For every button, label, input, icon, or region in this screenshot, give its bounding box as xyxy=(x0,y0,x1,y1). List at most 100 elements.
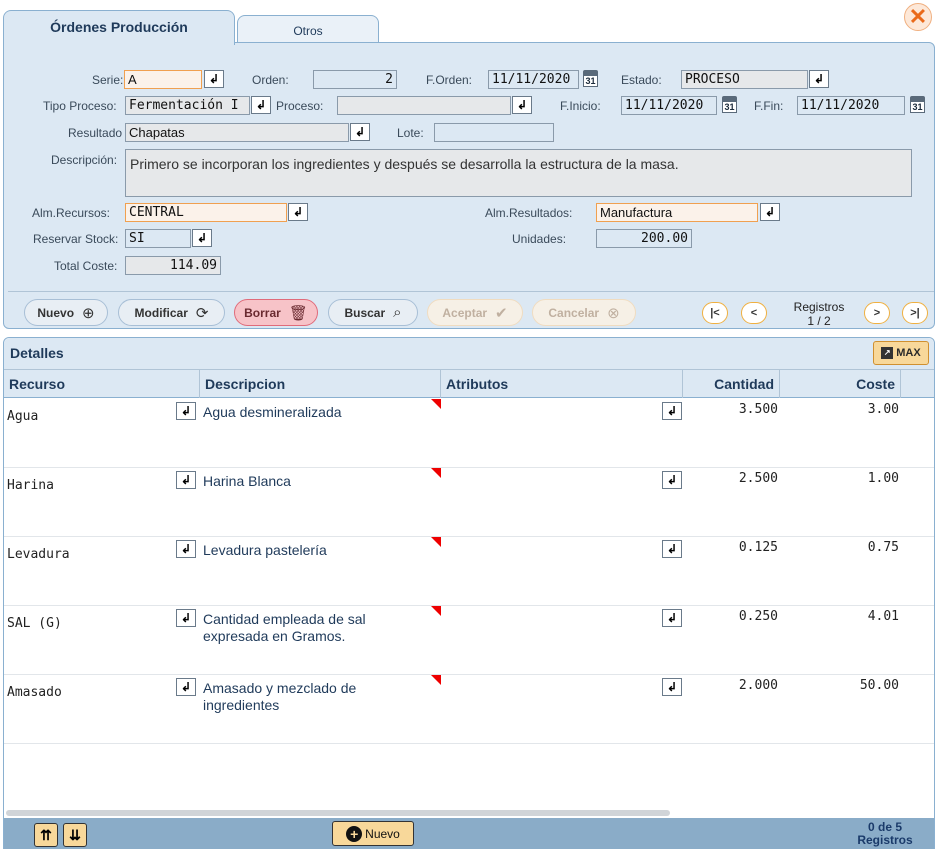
total-coste-label: Total Coste: xyxy=(54,259,118,273)
maximize-icon: ↗ xyxy=(881,347,894,359)
maximize-button[interactable]: ↗ MAX xyxy=(873,341,929,365)
atributos-lookup-icon[interactable]: ↲ xyxy=(662,402,682,420)
check-icon: ✔ xyxy=(495,304,508,322)
alm-recursos-lookup-icon[interactable]: ↲ xyxy=(288,203,308,221)
descripcion-cell: Levadura pastelería xyxy=(203,542,327,558)
recurso-lookup-icon[interactable]: ↲ xyxy=(176,402,196,420)
unidades-field[interactable]: 200.00 xyxy=(596,229,692,248)
plus-icon: + xyxy=(346,825,363,842)
close-icon[interactable]: ✕ xyxy=(904,3,932,31)
finicio-calendar-icon[interactable]: 31 xyxy=(722,96,737,114)
records-count-value: 0 de 5 xyxy=(867,820,903,834)
finicio-field[interactable]: 11/11/2020 xyxy=(621,96,717,115)
resultado-label: Resultado xyxy=(68,126,123,140)
finicio-label: F.Inicio: xyxy=(560,99,601,113)
borrar-label: Borrar xyxy=(244,305,281,320)
column-coste[interactable]: Coste xyxy=(780,370,901,398)
aceptar-label: Aceptar xyxy=(442,305,488,320)
horizontal-scrollbar[interactable] xyxy=(6,810,670,816)
tab-ordenes-produccion[interactable]: Órdenes Producción xyxy=(3,10,235,45)
column-recurso[interactable]: Recurso xyxy=(4,370,200,398)
alm-resultados-field[interactable]: Manufactura xyxy=(596,203,758,222)
tab-otros[interactable]: Otros xyxy=(237,15,379,42)
reservar-stock-field[interactable]: SI xyxy=(125,229,191,248)
tipo-proceso-label: Tipo Proceso: xyxy=(43,99,117,113)
recurso-lookup-icon[interactable]: ↲ xyxy=(176,471,196,489)
registros-label: Registros xyxy=(793,300,845,314)
estado-lookup-icon[interactable]: ↲ xyxy=(809,70,829,88)
descripcion-textarea[interactable]: Primero se incorporan los ingredientes y… xyxy=(125,149,912,197)
search-icon: ⌕ xyxy=(393,304,402,321)
total-coste-field[interactable]: 114.09 xyxy=(125,256,221,275)
reservar-stock-lookup-icon[interactable]: ↲ xyxy=(192,229,212,247)
recurso-lookup-icon[interactable]: ↲ xyxy=(176,609,196,627)
details-panel: Detalles ↗ MAX Recurso Descripcion Atribu… xyxy=(3,337,935,849)
buscar-label: Buscar xyxy=(344,305,386,320)
table-row[interactable]: Amasado ↲ Amasado y mezclado de ingredient… xyxy=(4,675,934,744)
prev-page-icon[interactable]: < xyxy=(741,302,767,324)
cantidad-cell: 0.250 xyxy=(738,609,778,624)
serie-lookup-icon[interactable]: ↲ xyxy=(204,70,224,88)
alm-recursos-field[interactable]: CENTRAL xyxy=(125,203,287,222)
proceso-label: Proceso: xyxy=(276,99,324,113)
attribute-flag-icon xyxy=(431,675,441,685)
column-cantidad[interactable]: Cantidad xyxy=(683,370,780,398)
buscar-button[interactable]: Buscar ⌕ xyxy=(328,299,418,326)
first-page-icon[interactable]: |< xyxy=(702,302,728,324)
ffin-calendar-icon[interactable]: 31 xyxy=(910,96,925,114)
proceso-lookup-icon[interactable]: ↲ xyxy=(512,96,532,114)
forden-field[interactable]: 11/11/2020 xyxy=(488,70,579,89)
cancelar-button[interactable]: Cancelar ⊗ xyxy=(532,299,636,326)
registros-value: 1 / 2 xyxy=(807,314,831,328)
recurso-lookup-icon[interactable]: ↲ xyxy=(176,540,196,558)
registros-indicator: Registros 1 / 2 xyxy=(783,300,855,328)
coste-cell: 50.00 xyxy=(859,678,899,693)
resultado-field[interactable]: Chapatas xyxy=(125,123,349,142)
table-row[interactable]: Harina ↲ Harina Blanca ↲ 2.500 1.00 xyxy=(4,468,934,537)
maximize-label: MAX xyxy=(896,347,921,359)
descripcion-cell: Harina Blanca xyxy=(203,473,291,489)
cancelar-label: Cancelar xyxy=(548,305,600,320)
move-bottom-icon[interactable]: ⇊ xyxy=(63,823,87,847)
descripcion-cell: Amasado y mezclado de ingredientes xyxy=(203,680,357,713)
trash-icon: 🗑 xyxy=(288,304,308,322)
nuevo-button[interactable]: Nuevo ⊕ xyxy=(24,299,108,326)
column-descripcion[interactable]: Descripcion xyxy=(200,370,441,398)
forden-calendar-icon[interactable]: 31 xyxy=(583,70,598,88)
atributos-lookup-icon[interactable]: ↲ xyxy=(662,471,682,489)
add-circle-icon: ⊕ xyxy=(82,304,95,322)
tipo-proceso-field[interactable]: Fermentación I xyxy=(125,96,250,115)
serie-field[interactable]: A xyxy=(124,70,202,89)
refresh-icon: ⟳ xyxy=(195,304,209,322)
column-atributos[interactable]: Atributos xyxy=(441,370,683,398)
forden-label: F.Orden: xyxy=(426,73,473,87)
lote-field[interactable] xyxy=(434,123,554,142)
proceso-field[interactable] xyxy=(337,96,511,115)
atributos-lookup-icon[interactable]: ↲ xyxy=(662,540,682,558)
borrar-button[interactable]: Borrar 🗑 xyxy=(234,299,318,326)
aceptar-button[interactable]: Aceptar ✔ xyxy=(427,299,523,326)
next-page-icon[interactable]: > xyxy=(864,302,890,324)
atributos-lookup-icon[interactable]: ↲ xyxy=(662,609,682,627)
tipo-proceso-lookup-icon[interactable]: ↲ xyxy=(251,96,271,114)
resultado-lookup-icon[interactable]: ↲ xyxy=(350,123,370,141)
table-row[interactable]: SAL (G) ↲ Cantidad empleada de sal expresa… xyxy=(4,606,934,675)
estado-field[interactable]: PROCESO xyxy=(681,70,808,89)
recurso-lookup-icon[interactable]: ↲ xyxy=(176,678,196,696)
modificar-button[interactable]: Modificar ⟳ xyxy=(118,299,225,326)
ffin-field[interactable]: 11/11/2020 xyxy=(797,96,905,115)
modificar-label: Modificar xyxy=(134,305,188,320)
nuevo-label: Nuevo xyxy=(37,305,75,320)
details-nuevo-button[interactable]: + Nuevo xyxy=(332,821,414,846)
move-top-icon[interactable]: ⇈ xyxy=(34,823,58,847)
alm-resultados-lookup-icon[interactable]: ↲ xyxy=(760,203,780,221)
descripcion-cell: Cantidad empleada de sal expresada en Gr… xyxy=(203,611,366,644)
last-page-icon[interactable]: >| xyxy=(902,302,928,324)
table-row[interactable]: Levadura ↲ Levadura pastelería ↲ 0.125 0.75 xyxy=(4,537,934,606)
atributos-lookup-icon[interactable]: ↲ xyxy=(662,678,682,696)
table-row[interactable]: Agua ↲ Agua desmineralizada ↲ 3.500 3.00 xyxy=(4,399,934,468)
alm-resultados-label: Alm.Resultados: xyxy=(485,206,573,220)
orden-field[interactable]: 2 xyxy=(313,70,397,89)
attribute-flag-icon xyxy=(431,468,441,478)
recurso-cell: SAL (G) xyxy=(7,616,62,631)
